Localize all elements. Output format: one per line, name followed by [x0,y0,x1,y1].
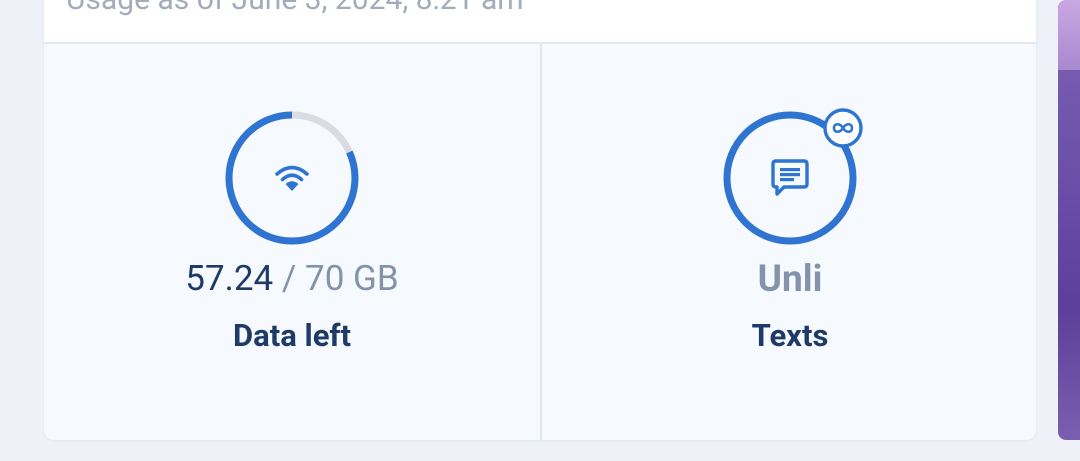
data-tile[interactable]: 57.24 / 70 GB Data left [44,44,540,440]
infinity-icon [823,108,863,148]
page: Usage as of June 3, 2024, 8:21 am 57.24 [0,0,1080,461]
data-amount: 57.24 / 70 GB [44,258,540,299]
data-amount-separator: / [273,258,306,299]
promo-image-edge[interactable] [1058,0,1080,440]
data-used-value: 57.24 [185,258,274,299]
texts-tile[interactable]: Unli Texts [542,44,1036,440]
data-progress-ring [225,111,359,245]
usage-card-header: Usage as of June 3, 2024, 8:21 am [44,0,1036,44]
texts-tile-label: Texts [751,317,829,354]
chat-bubble-icon [770,158,810,198]
usage-card: Usage as of June 3, 2024, 8:21 am 57.24 [44,0,1036,440]
texts-progress-ring [723,108,863,245]
data-total-value: 70 GB [305,258,399,299]
usage-timestamp: Usage as of June 3, 2024, 8:21 am [66,0,524,17]
data-tile-label: Data left [232,317,352,354]
promo-image-hair [1058,0,1080,70]
wifi-icon [272,158,312,198]
texts-amount: Unli [757,258,823,301]
